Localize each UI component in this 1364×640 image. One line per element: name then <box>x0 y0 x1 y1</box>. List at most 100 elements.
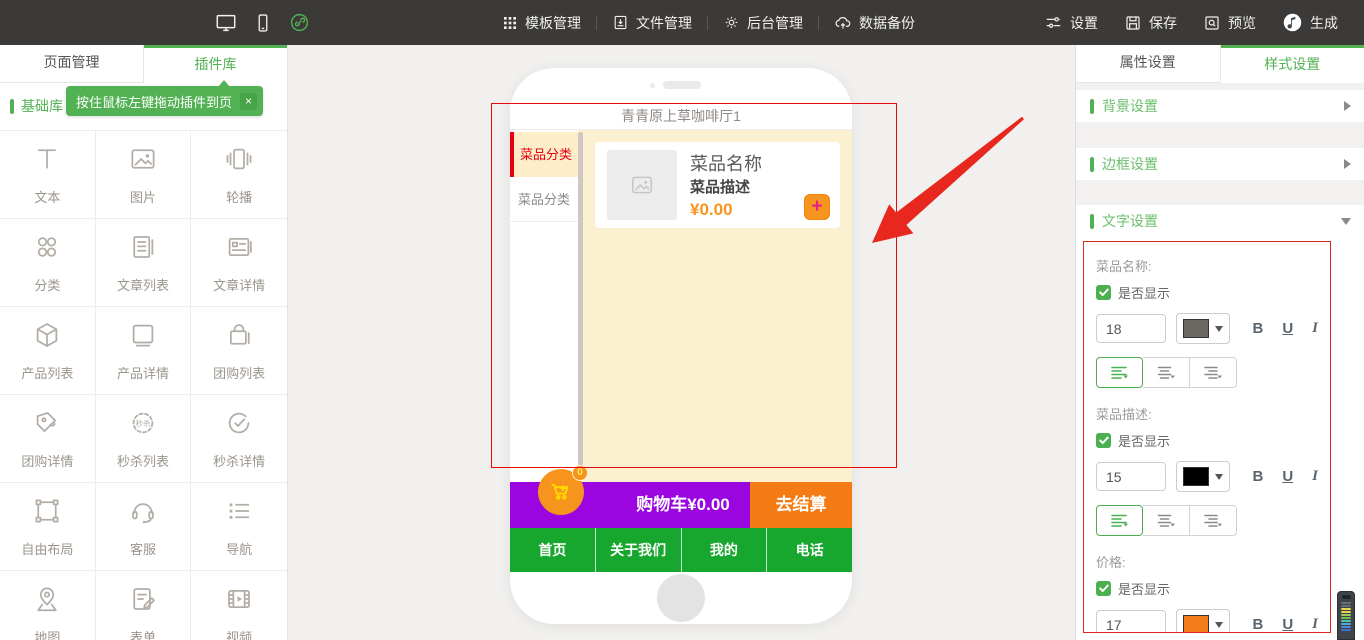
tab-plugin-library[interactable]: 插件库 <box>144 45 287 83</box>
save-icon <box>1124 14 1142 32</box>
mobile-view-button[interactable] <box>253 12 273 34</box>
widget-customer-service[interactable]: 客服 <box>96 483 192 571</box>
tab-style-settings[interactable]: 样式设置 <box>1221 45 1364 83</box>
seckill-list-icon: 秒杀 <box>128 408 158 443</box>
preview-button[interactable]: 预览 <box>1195 13 1264 33</box>
widget-free-layout[interactable]: 自由布局 <box>0 483 96 571</box>
menu-admin-manage[interactable]: 后台管理 <box>708 13 818 33</box>
bold-button[interactable]: B <box>1252 320 1263 337</box>
widget-carousel[interactable]: 轮播 <box>191 131 287 219</box>
checkout-button[interactable]: 去结算 <box>750 482 852 528</box>
topbar-main-menu: 模板管理 文件管理 后台管理 数据备份 <box>487 0 930 45</box>
desktop-view-button[interactable] <box>215 12 237 34</box>
widget-groupbuy-list[interactable]: 团购列表 <box>191 307 287 395</box>
widget-navigation[interactable]: 导航 <box>191 483 287 571</box>
font-size-input[interactable] <box>1096 462 1166 491</box>
color-swatch <box>1183 615 1209 633</box>
category-tab-active[interactable]: 菜品分类 <box>510 132 578 177</box>
widget-map[interactable]: 地图 <box>0 571 96 640</box>
widget-article-detail[interactable]: 文章详情 <box>191 219 287 307</box>
grid-icon <box>502 15 518 31</box>
italic-button[interactable]: I <box>1312 468 1318 485</box>
menu-data-backup[interactable]: 数据备份 <box>819 13 930 33</box>
tooltip-close-icon[interactable]: × <box>240 93 257 110</box>
show-checkbox[interactable] <box>1096 285 1111 300</box>
widget-category[interactable]: 分类 <box>0 219 96 307</box>
nav-item-phone[interactable]: 电话 <box>767 528 852 572</box>
category-icon <box>32 232 62 267</box>
link-icon <box>289 12 310 33</box>
mobile-icon <box>253 12 273 34</box>
gear-icon <box>723 14 740 31</box>
widget-product-list[interactable]: 产品列表 <box>0 307 96 395</box>
nav-list-icon <box>224 496 254 531</box>
green-bar <box>1090 99 1094 114</box>
widget-article-list[interactable]: 文章列表 <box>96 219 192 307</box>
nav-item-mine[interactable]: 我的 <box>682 528 768 572</box>
dish-card[interactable]: 菜品名称 菜品描述 ¥0.00 + <box>595 142 840 228</box>
bold-button[interactable]: B <box>1252 468 1263 485</box>
underline-button[interactable]: U <box>1282 616 1293 633</box>
link-button[interactable] <box>289 12 310 33</box>
cart-button[interactable]: 0 <box>538 469 584 515</box>
tab-attribute-settings[interactable]: 属性设置 <box>1076 45 1221 83</box>
widget-text[interactable]: 文本 <box>0 131 96 219</box>
widget-product-detail[interactable]: 产品详情 <box>96 307 192 395</box>
groupbuy-list-icon <box>224 320 254 355</box>
page-builder-app: 模板管理 文件管理 后台管理 数据备份 设置 保存 <box>0 0 1364 640</box>
dish-description: 菜品描述 <box>690 176 750 197</box>
category-tab[interactable]: 菜品分类 <box>510 177 578 222</box>
widget-seckill-detail[interactable]: 秒杀详情 <box>191 395 287 483</box>
cloud-upload-icon <box>834 14 852 32</box>
headset-icon <box>128 496 158 531</box>
mini-palette-widget[interactable] <box>1337 591 1355 640</box>
font-size-input[interactable] <box>1096 314 1166 343</box>
align-right-button[interactable] <box>1190 357 1237 388</box>
nav-item-about[interactable]: 关于我们 <box>596 528 682 572</box>
menu-file-manage[interactable]: 文件管理 <box>597 13 707 33</box>
right-panel-tabs: 属性设置 样式设置 <box>1076 45 1364 83</box>
generate-button[interactable]: 生成 <box>1274 12 1346 33</box>
align-left-button[interactable] <box>1096 505 1143 536</box>
font-color-dropdown[interactable] <box>1176 313 1230 344</box>
green-bar <box>1090 157 1094 172</box>
italic-button[interactable]: I <box>1312 616 1318 633</box>
align-center-button[interactable] <box>1143 505 1190 536</box>
settings-button[interactable]: 设置 <box>1036 13 1106 33</box>
align-left-button[interactable] <box>1096 357 1143 388</box>
section-text-settings[interactable]: 文字设置 <box>1076 205 1364 237</box>
align-right-button[interactable] <box>1190 505 1237 536</box>
menu-plugin[interactable]: 菜品名称 菜品描述 ¥0.00 + 菜品分类 菜品分类 <box>510 130 852 482</box>
nav-item-home[interactable]: 首页 <box>510 528 596 572</box>
underline-button[interactable]: U <box>1282 468 1293 485</box>
widget-form[interactable]: 表单 <box>96 571 192 640</box>
section-border-settings[interactable]: 边框设置 <box>1076 148 1364 180</box>
font-color-dropdown[interactable] <box>1176 461 1230 492</box>
bold-button[interactable]: B <box>1252 616 1263 633</box>
show-checkbox[interactable] <box>1096 433 1111 448</box>
align-center-button[interactable] <box>1143 357 1190 388</box>
form-icon <box>128 584 158 619</box>
topbar: 模板管理 文件管理 后台管理 数据备份 设置 保存 <box>0 0 1364 45</box>
settings-panel: 属性设置 样式设置 背景设置 边框设置 文字设置 菜品名称: 是否 <box>1075 45 1364 640</box>
italic-button[interactable]: I <box>1312 320 1318 337</box>
setting-group-price: 价格: 是否显示 B U I <box>1096 552 1318 633</box>
section-background-settings[interactable]: 背景设置 <box>1076 90 1364 122</box>
font-size-input[interactable] <box>1096 610 1166 633</box>
widget-image[interactable]: 图片 <box>96 131 192 219</box>
widget-video[interactable]: 视频 <box>191 571 287 640</box>
plugin-scrollbar[interactable] <box>578 132 583 472</box>
font-color-dropdown[interactable] <box>1176 609 1230 633</box>
widget-seckill-list[interactable]: 秒杀 秒杀列表 <box>96 395 192 483</box>
show-checkbox[interactable] <box>1096 581 1111 596</box>
menu-template-manage[interactable]: 模板管理 <box>487 13 596 33</box>
phone-camera-dot <box>650 83 655 88</box>
add-to-cart-button[interactable]: + <box>804 194 830 220</box>
save-button[interactable]: 保存 <box>1116 13 1185 33</box>
widget-groupbuy-detail[interactable]: 团购详情 <box>0 395 96 483</box>
article-detail-icon <box>224 232 254 267</box>
tab-page-manage[interactable]: 页面管理 <box>0 45 144 83</box>
underline-button[interactable]: U <box>1282 320 1293 337</box>
left-panel-tabs: 页面管理 插件库 <box>0 45 287 83</box>
preview-icon <box>1203 14 1221 32</box>
